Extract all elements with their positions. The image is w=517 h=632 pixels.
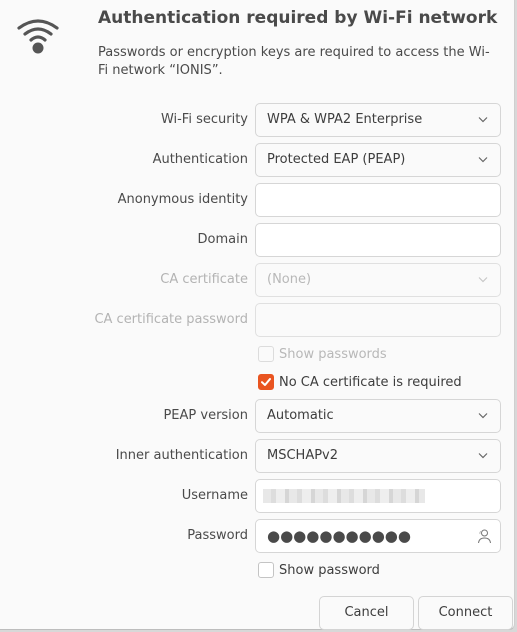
peap-version-select[interactable]: Automatic (255, 399, 501, 433)
password-row: Password ●●●●●●●●●●● (0, 519, 515, 553)
wifi-security-value: WPA & WPA2 Enterprise (267, 112, 423, 127)
show-password-checkbox-row[interactable]: Show password (258, 560, 380, 580)
checkmark-icon (261, 378, 271, 386)
anonymous-identity-input[interactable] (255, 183, 501, 217)
domain-row: Domain (0, 223, 515, 257)
ca-certificate-password-input[interactable] (255, 303, 501, 337)
anonymous-identity-row: Anonymous identity (0, 183, 515, 217)
wifi-icon (17, 19, 59, 54)
show-password-checkbox[interactable] (258, 562, 274, 578)
authentication-select[interactable]: Protected EAP (PEAP) (255, 143, 501, 177)
password-label: Password (187, 528, 248, 543)
ca-certificate-row: CA certificate (None) (0, 263, 515, 297)
ca-certificate-password-row: CA certificate password (0, 303, 515, 337)
ca-certificate-password-label: CA certificate password (94, 312, 248, 327)
username-input[interactable] (255, 479, 501, 513)
no-ca-required-checkbox-row[interactable]: No CA certificate is required (258, 372, 462, 392)
wifi-auth-dialog: Authentication required by Wi-Fi network… (0, 0, 515, 630)
no-ca-required-label: No CA certificate is required (279, 374, 462, 390)
user-icon[interactable] (476, 528, 492, 544)
inner-authentication-label: Inner authentication (115, 448, 248, 463)
username-label: Username (181, 488, 248, 503)
connect-button[interactable]: Connect (418, 596, 513, 630)
peap-version-value: Automatic (267, 408, 334, 423)
chevron-down-icon (478, 157, 488, 163)
ca-certificate-label: CA certificate (160, 272, 248, 287)
inner-authentication-select[interactable]: MSCHAPv2 (255, 439, 501, 473)
anonymous-identity-label: Anonymous identity (117, 192, 248, 207)
wifi-security-select[interactable]: WPA & WPA2 Enterprise (255, 103, 501, 137)
inner-authentication-value: MSCHAPv2 (267, 448, 339, 463)
password-dots: ●●●●●●●●●●● (267, 527, 411, 545)
password-input[interactable]: ●●●●●●●●●●● (255, 519, 501, 553)
ca-certificate-select[interactable]: (None) (255, 263, 501, 297)
show-passwords-checkbox[interactable] (258, 346, 274, 362)
dialog-description: Passwords or encryption keys are require… (98, 45, 490, 78)
chevron-down-icon (478, 413, 488, 419)
chevron-down-icon (478, 117, 488, 123)
authentication-row: Authentication Protected EAP (PEAP) (0, 143, 515, 177)
authentication-label: Authentication (152, 152, 248, 167)
show-passwords-checkbox-row[interactable]: Show passwords (258, 344, 387, 364)
dialog-title: Authentication required by Wi-Fi network (98, 8, 498, 28)
cancel-button[interactable]: Cancel (319, 596, 414, 630)
wifi-security-row: Wi-Fi security WPA & WPA2 Enterprise (0, 103, 515, 137)
peap-version-row: PEAP version Automatic (0, 399, 515, 433)
chevron-down-icon (478, 453, 488, 459)
show-password-label: Show password (279, 562, 380, 578)
redacted-username (263, 489, 425, 503)
show-passwords-label: Show passwords (279, 346, 387, 362)
ca-certificate-value: (None) (267, 272, 312, 287)
domain-label: Domain (197, 232, 248, 247)
domain-input[interactable] (255, 223, 501, 257)
inner-authentication-row: Inner authentication MSCHAPv2 (0, 439, 515, 473)
wifi-security-label: Wi-Fi security (160, 112, 248, 127)
no-ca-required-checkbox[interactable] (258, 374, 274, 390)
chevron-down-icon (478, 277, 488, 283)
peap-version-label: PEAP version (163, 408, 248, 423)
authentication-value: Protected EAP (PEAP) (267, 152, 406, 167)
username-row: Username (0, 479, 515, 513)
